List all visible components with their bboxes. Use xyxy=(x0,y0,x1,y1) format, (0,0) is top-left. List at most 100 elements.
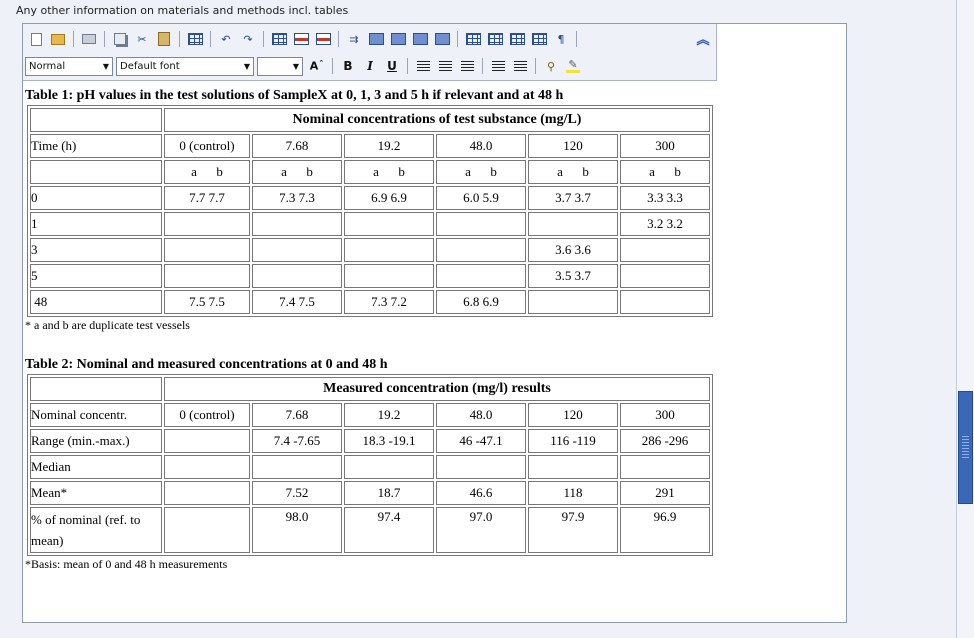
table1-column-header: 48.0 xyxy=(436,134,526,158)
italic-button[interactable]: I xyxy=(360,56,380,76)
row-below-icon xyxy=(390,33,406,45)
table-row: 1 3.2 3.2 xyxy=(30,212,710,236)
vessel-subheader: a b xyxy=(528,160,618,184)
table-cell: 7.5 7.5 xyxy=(164,290,250,314)
underline-button[interactable]: U xyxy=(382,56,402,76)
new-document-button[interactable] xyxy=(26,29,46,49)
table-cell: 96.9 xyxy=(620,507,710,553)
table-properties-icon xyxy=(271,33,287,45)
undo-icon: ↶ xyxy=(221,32,231,46)
image-properties-icon xyxy=(531,33,547,45)
redo-button[interactable]: ↷ xyxy=(238,29,258,49)
pilcrow-icon: ¶ xyxy=(557,32,565,46)
font-size-select[interactable]: ▼ xyxy=(257,56,303,76)
cut-button[interactable]: ✂ xyxy=(132,29,152,49)
table-cell: 3.6 3.6 xyxy=(528,238,618,262)
table-row: Median xyxy=(30,455,710,479)
table-cell xyxy=(164,481,250,505)
measured-concentrations-table: Measured concentration (mg/l) results No… xyxy=(27,374,713,556)
scissors-icon: ✂ xyxy=(137,32,147,46)
merge-cells-button[interactable] xyxy=(463,29,483,49)
show-formatting-marks-button[interactable]: ¶ xyxy=(551,29,571,49)
table-cell xyxy=(164,507,250,553)
align-left-icon xyxy=(416,61,430,71)
insert-row-above-button[interactable] xyxy=(366,29,386,49)
table-cell xyxy=(528,212,618,236)
numbered-list-button[interactable] xyxy=(488,56,508,76)
table-row: Time (h) 0 (control) 7.68 19.2 48.0 120 … xyxy=(30,134,710,158)
highlight-button[interactable]: ✎ xyxy=(563,56,583,76)
insert-column-right-button[interactable] xyxy=(432,29,452,49)
table-cell: 7.4 7.5 xyxy=(252,290,342,314)
insert-row-below-button[interactable] xyxy=(388,29,408,49)
split-cell-icon xyxy=(487,33,503,45)
table-cell: 116 -119 xyxy=(528,429,618,453)
numbered-list-icon xyxy=(491,61,505,71)
delete-column-button[interactable] xyxy=(313,29,333,49)
table-cell xyxy=(528,455,618,479)
row-label: Median xyxy=(30,455,162,479)
font-family-select[interactable]: Default font ▼ xyxy=(116,56,254,76)
clipboard-icon xyxy=(158,32,170,46)
paste-button[interactable] xyxy=(154,29,174,49)
undo-button[interactable]: ↶ xyxy=(216,29,236,49)
table-cell xyxy=(30,377,162,401)
bullet-list-button[interactable] xyxy=(510,56,530,76)
bullet-list-icon xyxy=(513,61,527,71)
chevron-down-icon: ▼ xyxy=(292,61,299,71)
table-cell xyxy=(344,212,434,236)
table-row: 48 7.5 7.5 7.4 7.5 7.3 7.2 6.8 6.9 xyxy=(30,290,710,314)
ph-values-table: Nominal concentrations of test substance… xyxy=(27,105,713,317)
table-cell xyxy=(436,455,526,479)
editor-content[interactable]: Table 1: pH values in the test solutions… xyxy=(25,82,835,572)
scrollbar-thumb[interactable] xyxy=(958,391,973,504)
font-family-value: Default font xyxy=(120,60,180,72)
table-cell: 46 -47.1 xyxy=(436,429,526,453)
toolbar-separator xyxy=(210,31,211,47)
table-cell: 98.0 xyxy=(252,507,342,553)
insert-cell-icon: ⇉ xyxy=(349,32,359,46)
table1-group-header: Nominal concentrations of test substance… xyxy=(164,108,710,132)
collapse-toolbar-button[interactable]: ︽ xyxy=(693,28,713,48)
rich-text-editor[interactable]: ✂ ↶ ↷ ⇉ ¶ Normal ▼ Default font ▼ ▼ A⌃ B… xyxy=(22,23,847,623)
copy-button[interactable] xyxy=(110,29,130,49)
toolbar-separator xyxy=(338,31,339,47)
row-label: % of nominal (ref. to mean) xyxy=(30,507,162,553)
align-center-button[interactable] xyxy=(435,56,455,76)
table-cell xyxy=(436,264,526,288)
spellcheck-button[interactable]: ⚲ xyxy=(541,56,561,76)
image-properties-button[interactable] xyxy=(529,29,549,49)
insert-cell-button[interactable]: ⇉ xyxy=(344,29,364,49)
table-cell xyxy=(436,238,526,262)
toolbar-row-1: ✂ ↶ ↷ ⇉ ¶ xyxy=(25,26,581,52)
vessel-subheader: a b xyxy=(620,160,710,184)
vessel-subheader: a b xyxy=(436,160,526,184)
insert-column-left-button[interactable] xyxy=(410,29,430,49)
font-size-icon: A⌃ xyxy=(309,59,325,73)
table1-footnote: * a and b are duplicate test vessels xyxy=(25,318,190,332)
table-cell: 0 (control) xyxy=(164,403,250,427)
table-cell: 6.0 5.9 xyxy=(436,186,526,210)
insert-image-button[interactable] xyxy=(507,29,527,49)
highlighter-icon: ✎ xyxy=(566,59,580,73)
table-cell xyxy=(344,455,434,479)
table-cell: 7.7 7.7 xyxy=(164,186,250,210)
table-cell: 7.3 7.3 xyxy=(252,186,342,210)
split-cell-button[interactable] xyxy=(485,29,505,49)
printer-icon xyxy=(82,34,96,44)
table-cell xyxy=(344,264,434,288)
table-cell xyxy=(252,455,342,479)
align-right-button[interactable] xyxy=(457,56,477,76)
open-button[interactable] xyxy=(48,29,68,49)
print-button[interactable] xyxy=(79,29,99,49)
vertical-scrollbar[interactable] xyxy=(956,0,974,638)
align-left-button[interactable] xyxy=(413,56,433,76)
paragraph-style-select[interactable]: Normal ▼ xyxy=(25,56,113,76)
table-properties-button[interactable] xyxy=(269,29,289,49)
insert-table-button[interactable] xyxy=(185,29,205,49)
table-cell: 46.6 xyxy=(436,481,526,505)
merge-cells-icon xyxy=(465,33,481,45)
delete-row-button[interactable] xyxy=(291,29,311,49)
bold-button[interactable]: B xyxy=(338,56,358,76)
font-size-adjust-button[interactable]: A⌃ xyxy=(307,56,327,76)
